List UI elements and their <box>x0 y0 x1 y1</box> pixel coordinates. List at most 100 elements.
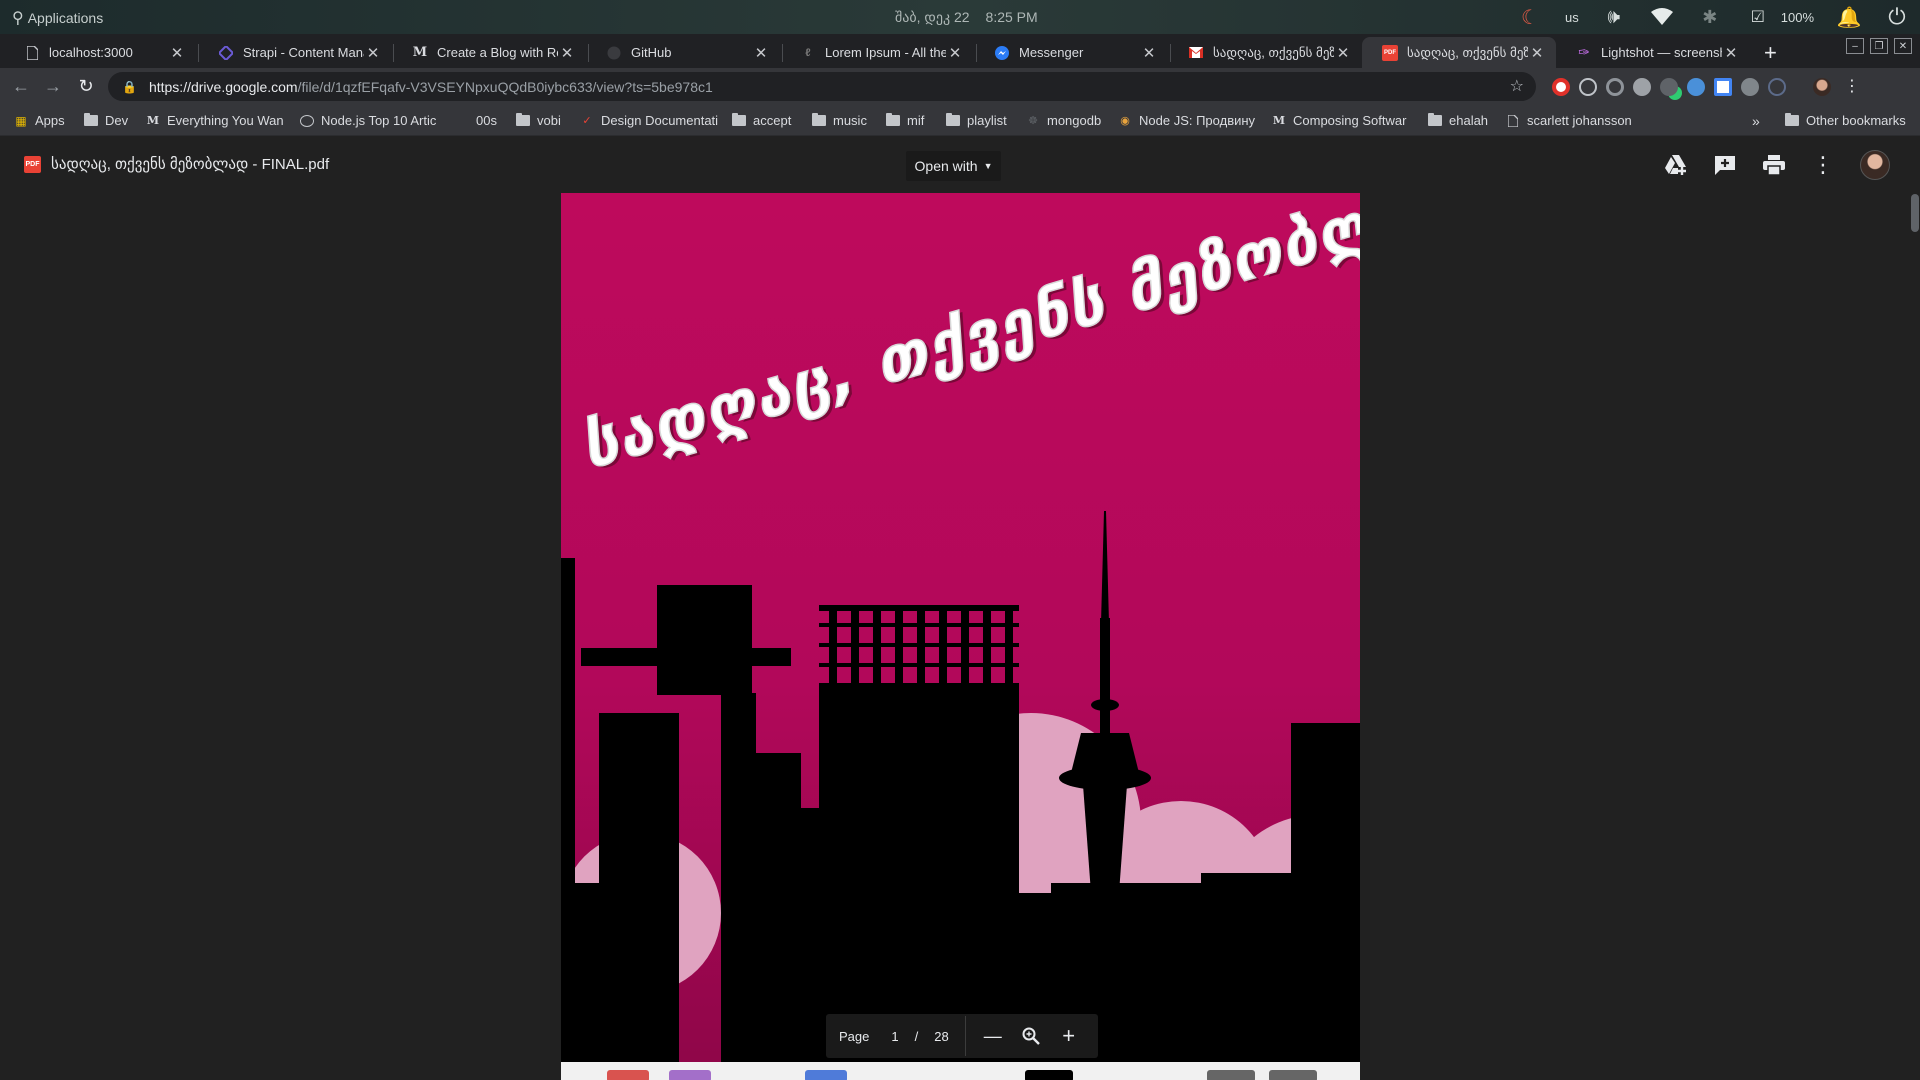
page-bar-divider <box>964 1016 966 1056</box>
power-icon[interactable]: ⏻ <box>1884 4 1910 30</box>
bookmark-folder-ehalah[interactable]: ehalah <box>1428 113 1488 128</box>
tab-drive-pdf[interactable]: PDF სადღაც, თქვენს მეზ ✕ <box>1362 37 1556 68</box>
notification-bell-icon[interactable]: 🔔 <box>1836 4 1862 30</box>
bookmarks-overflow-chevron-icon[interactable]: » <box>1752 113 1760 129</box>
tab-medium-blog[interactable]: M Create a Blog with Rea ✕ <box>392 37 586 68</box>
tab-messenger[interactable]: Messenger ✕ <box>974 37 1168 68</box>
zoom-magnifier-icon[interactable] <box>1020 1025 1042 1047</box>
node-icon: ◉ <box>1120 115 1130 127</box>
messenger-icon <box>994 45 1010 61</box>
tab-lorem-ipsum[interactable]: ℓ Lorem Ipsum - All the f ✕ <box>780 37 974 68</box>
battery-percent[interactable]: 100% <box>1781 10 1814 25</box>
total-pages: 28 <box>934 1028 949 1044</box>
bookmark-folder-mif[interactable]: mif <box>886 113 924 128</box>
bookmark-everything-you-want[interactable]: M Everything You Wan <box>146 113 284 128</box>
add-to-drive-icon[interactable] <box>1664 153 1688 177</box>
bookmark-star-icon[interactable]: ☆ <box>1510 76 1524 96</box>
react-devtools-icon[interactable] <box>1579 78 1597 96</box>
reload-icon[interactable]: ↻ <box>74 76 98 97</box>
volume-icon[interactable]: 🕪 <box>1601 4 1627 30</box>
page-icon <box>1506 114 1520 127</box>
close-icon[interactable]: ✕ <box>1140 44 1158 62</box>
close-icon[interactable]: ✕ <box>752 44 770 62</box>
restore-icon[interactable]: ❐ <box>1870 38 1888 54</box>
window-close-icon[interactable]: ✕ <box>1894 38 1912 54</box>
extensions-area: ⋮ <box>1552 78 1860 96</box>
close-icon[interactable]: ✕ <box>1334 44 1352 62</box>
folder-icon <box>812 113 826 126</box>
close-icon[interactable]: ✕ <box>1528 44 1546 62</box>
minimize-icon[interactable]: – <box>1846 38 1864 54</box>
page-icon <box>300 114 314 127</box>
viewer-scrollbar[interactable] <box>1910 192 1920 1080</box>
os-top-panel: ⚲ Applications შაბ, დეკ 22 8:25 PM ☾ us … <box>0 0 1920 34</box>
more-options-icon[interactable]: ⋮ <box>1811 152 1835 177</box>
page-label: Page <box>839 1028 870 1044</box>
folder-icon <box>1428 113 1442 126</box>
green-badge-extension-icon[interactable] <box>1660 78 1678 96</box>
strapi-icon <box>218 45 234 61</box>
gear-extension-icon[interactable] <box>1741 78 1759 96</box>
github-icon <box>606 45 622 61</box>
keyboard-layout[interactable]: us <box>1565 10 1579 25</box>
profile-avatar-icon[interactable] <box>1813 78 1831 96</box>
blue-circle-extension-icon[interactable] <box>1687 78 1705 96</box>
current-page-input[interactable]: 1 <box>891 1029 898 1044</box>
drive-pdf-viewer: PDF სადღაც, თქვენს მეზობლად - FINAL.pdf … <box>0 136 1920 1080</box>
app-launcher[interactable]: ⚲ Applications <box>12 8 103 28</box>
add-comment-icon[interactable] <box>1713 153 1737 177</box>
close-icon[interactable]: ✕ <box>946 44 964 62</box>
night-light-icon[interactable]: ☾ <box>1517 4 1543 30</box>
grey-extension-icon[interactable] <box>1633 78 1651 96</box>
file-name: სადღაც, თქვენს მეზობლად - FINAL.pdf <box>51 156 330 173</box>
bookmark-folder-dev[interactable]: Dev <box>84 113 128 128</box>
tab-strapi[interactable]: Strapi - Content Manag ✕ <box>198 37 392 68</box>
close-icon[interactable]: ✕ <box>1722 44 1740 62</box>
tab-lightshot[interactable]: ✑ Lightshot — screensho ✕ <box>1556 37 1750 68</box>
bookmark-nodejs-top10[interactable]: Node.js Top 10 Artic <box>300 113 436 128</box>
bookmark-folder-music[interactable]: music <box>812 113 867 128</box>
bookmark-apps[interactable]: ▦ Apps <box>14 113 64 128</box>
design-icon: ✓ <box>582 115 592 127</box>
bookmark-node-js-advanced[interactable]: ◉ Node JS: Продвину <box>1118 113 1255 128</box>
tab-gmail[interactable]: სადღაც, თქვენს მეზ ✕ <box>1168 37 1362 68</box>
clock[interactable]: შაბ, დეკ 22 8:25 PM <box>895 9 1038 26</box>
bookmark-other-bookmarks[interactable]: Other bookmarks <box>1785 113 1906 128</box>
target-extension-icon[interactable] <box>1606 78 1624 96</box>
new-tab-button[interactable]: + <box>1764 40 1777 66</box>
bookmark-00s[interactable]: 00s <box>476 113 497 128</box>
bookmark-scarlett-johansson[interactable]: scarlett johansson <box>1506 113 1632 128</box>
bookmark-folder-accept[interactable]: accept <box>732 113 791 128</box>
close-icon[interactable]: ✕ <box>558 44 576 62</box>
page-separator: / <box>914 1028 919 1044</box>
open-with-button[interactable]: Open with ▼ <box>906 151 1001 181</box>
tab-github[interactable]: GitHub ✕ <box>586 37 780 68</box>
account-avatar[interactable] <box>1860 150 1890 180</box>
folder-icon <box>516 113 530 126</box>
browser-menu-icon[interactable]: ⋮ <box>1844 78 1860 96</box>
bookmark-composing-software[interactable]: M Composing Softwar <box>1272 113 1407 128</box>
a-extension-icon[interactable] <box>1768 78 1786 96</box>
close-icon[interactable]: ✕ <box>364 44 382 62</box>
bluetooth-icon[interactable]: ✱ <box>1697 4 1723 30</box>
bookmark-design-documentation[interactable]: ✓ Design Documentati <box>580 113 718 128</box>
back-arrow-icon[interactable]: ← <box>9 76 33 97</box>
clipboard-icon[interactable]: ☑ <box>1745 4 1771 30</box>
zoom-out-icon[interactable]: — <box>982 1025 1004 1047</box>
open-with-label: Open with <box>914 158 978 174</box>
forward-arrow-icon[interactable]: → <box>41 76 65 97</box>
tab-localhost[interactable]: localhost:3000 ✕ <box>4 37 196 68</box>
bookmark-folder-vobi[interactable]: vobi <box>516 113 561 128</box>
wifi-icon[interactable] <box>1649 4 1675 30</box>
bookmark-mongodb[interactable]: ☸ mongodb <box>1026 113 1101 128</box>
zoom-in-icon[interactable]: + <box>1058 1023 1080 1048</box>
url-text[interactable]: https://drive.google.com/file/d/1qzfEFqa… <box>149 79 713 95</box>
scrollbar-thumb[interactable] <box>1911 194 1919 232</box>
close-icon[interactable]: ✕ <box>168 44 186 62</box>
opera-extension-icon[interactable] <box>1552 78 1570 96</box>
address-bar[interactable]: 🔒 https://drive.google.com/file/d/1qzfEF… <box>108 72 1536 101</box>
print-icon[interactable] <box>1762 153 1786 177</box>
bookmark-folder-playlist[interactable]: playlist <box>946 113 1007 128</box>
plus-extension-icon[interactable] <box>1714 78 1732 96</box>
tab-title: სადღაც, თქვენს მეზ <box>1407 44 1528 60</box>
